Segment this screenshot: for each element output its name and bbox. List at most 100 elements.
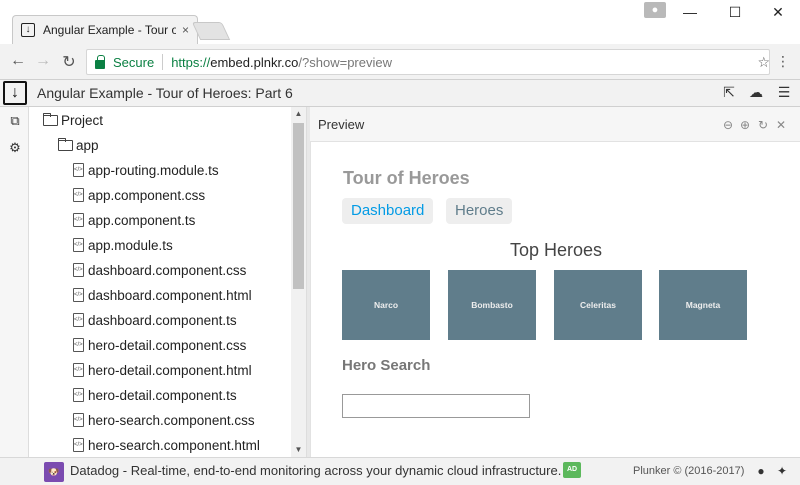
code-file-icon — [73, 263, 84, 277]
url-path: /?show=preview — [298, 54, 392, 70]
code-file-icon — [73, 413, 84, 427]
tree-file[interactable]: hero-detail.component.ts — [73, 384, 237, 406]
code-file-icon — [73, 313, 84, 327]
tree-file-label: dashboard.component.css — [88, 262, 247, 278]
hero-search-label: Hero Search — [342, 357, 431, 374]
folder-open-icon — [58, 137, 73, 151]
twitter-icon[interactable]: ✦ — [775, 464, 789, 478]
tree-file-label: dashboard.component.ts — [88, 312, 237, 328]
file-tree: Project app app-routing.module.ts app.com… — [29, 107, 291, 457]
tree-file-label: hero-search.component.html — [88, 437, 260, 453]
code-file-icon — [73, 213, 84, 227]
back-arrow-icon[interactable]: ← — [8, 52, 28, 70]
preview-body: Tour of Heroes Dashboard Heroes Top Hero… — [310, 142, 800, 457]
code-file-icon — [73, 388, 84, 402]
open-external-icon[interactable]: ⇱ — [720, 84, 738, 101]
ad-badge: AD — [563, 462, 581, 478]
omnibox-separator — [162, 54, 164, 70]
hero-tile[interactable]: Magneta — [659, 270, 747, 340]
copyright-text: Plunker © (2016-2017) — [633, 465, 745, 477]
code-file-icon — [73, 188, 84, 202]
tree-file-label: app-routing.module.ts — [88, 162, 219, 178]
nav-dashboard-link[interactable]: Dashboard — [342, 198, 434, 224]
file-tree-scrollbar[interactable]: ▲ ▼ — [291, 107, 306, 457]
tree-file-label: app.module.ts — [88, 237, 173, 253]
files-icon[interactable]: ⧉ — [6, 113, 24, 129]
profile-icon[interactable]: ● — [644, 2, 666, 18]
code-file-icon — [73, 438, 84, 452]
settings-gear-icon[interactable]: ⚙ — [6, 140, 24, 156]
hero-search-input[interactable] — [342, 394, 530, 418]
preview-label: Preview — [318, 117, 365, 132]
cloud-download-icon[interactable]: ☁ — [747, 84, 765, 101]
nav-heroes-link[interactable]: Heroes — [446, 198, 513, 224]
tree-file[interactable]: dashboard.component.css — [73, 259, 246, 281]
tree-file[interactable]: dashboard.component.ts — [73, 309, 237, 331]
refresh-preview-icon[interactable]: ↻ — [756, 118, 770, 132]
tree-file-label: hero-search.component.css — [88, 412, 255, 428]
scroll-up-arrow-icon[interactable]: ▲ — [291, 109, 306, 118]
tree-file[interactable]: dashboard.component.html — [73, 284, 252, 306]
code-file-icon — [73, 238, 84, 252]
tree-folder-label: Project — [61, 112, 104, 128]
close-window-button[interactable]: ✕ — [768, 4, 788, 21]
left-toolbar: ⧉ ⚙ — [0, 107, 29, 457]
bookmark-star-icon[interactable]: ☆ — [757, 54, 770, 71]
ad-text-link[interactable]: Datadog - Real-time, end-to-end monitori… — [70, 463, 561, 478]
github-icon[interactable]: ● — [754, 464, 768, 478]
url-omnibox[interactable]: Secure https:// embed.plnkr.co /?show=pr… — [86, 49, 770, 75]
tree-file[interactable]: hero-detail.component.css — [73, 334, 246, 356]
tab-title: Angular Example - Tour o — [43, 23, 176, 37]
plunk-title: Angular Example - Tour of Heroes: Part 6 — [37, 85, 293, 101]
code-file-icon — [73, 338, 84, 352]
tree-folder-label: app — [76, 137, 99, 153]
url-scheme: https:// — [171, 54, 211, 70]
tree-file[interactable]: app.module.ts — [73, 234, 173, 256]
tree-file-label: dashboard.component.html — [88, 287, 252, 303]
minimize-button[interactable]: — — [680, 4, 700, 20]
browser-tab-active[interactable]: ↓ Angular Example - Tour o × — [12, 15, 198, 44]
maximize-button[interactable]: ☐ — [725, 4, 745, 21]
plunker-download-icon: ↓ — [21, 23, 35, 37]
lock-icon — [95, 54, 105, 69]
hero-tile[interactable]: Celeritas — [554, 270, 642, 340]
footer: 🐶 Datadog - Real-time, end-to-end monito… — [0, 457, 800, 485]
tree-file-label: hero-detail.component.html — [88, 362, 252, 378]
tree-file-label: hero-detail.component.css — [88, 337, 247, 353]
tree-file[interactable]: hero-search.component.css — [73, 409, 255, 431]
code-file-icon — [73, 163, 84, 177]
tree-file-label: app.component.ts — [88, 212, 196, 228]
code-file-icon — [73, 363, 84, 377]
preview-header: Preview ⊖ ⊕ ↻ ✕ — [310, 107, 800, 142]
scrollbar-thumb[interactable] — [293, 123, 304, 289]
zoom-out-icon[interactable]: ⊖ — [721, 118, 735, 132]
reload-icon[interactable]: ↻ — [59, 52, 79, 72]
browser-titlebar: ↓ Angular Example - Tour o × ● — ☐ ✕ — [0, 0, 800, 44]
tree-file-label: hero-detail.component.ts — [88, 387, 237, 403]
plunker-header: ↓ Angular Example - Tour of Heroes: Part… — [0, 80, 800, 107]
tree-folder-app[interactable]: app — [58, 134, 99, 156]
tree-file[interactable]: hero-detail.component.html — [73, 359, 252, 381]
browser-menu-icon[interactable]: ⋮ — [776, 53, 790, 70]
plunker-logo-icon[interactable]: ↓ — [3, 81, 27, 105]
hero-tile[interactable]: Narco — [342, 270, 430, 340]
top-heroes-heading: Top Heroes — [509, 240, 603, 260]
scroll-down-arrow-icon[interactable]: ▼ — [291, 445, 306, 454]
tree-file[interactable]: hero-search.component.html — [73, 434, 260, 456]
zoom-in-icon[interactable]: ⊕ — [738, 118, 752, 132]
close-preview-icon[interactable]: ✕ — [774, 118, 788, 132]
tree-file[interactable]: app.component.ts — [73, 209, 195, 231]
app-title: Tour of Heroes — [343, 168, 470, 188]
hamburger-menu-icon[interactable]: ☰ — [775, 84, 793, 101]
url-host: embed.plnkr.co — [210, 54, 299, 70]
datadog-logo-icon[interactable]: 🐶 — [44, 462, 64, 482]
code-file-icon — [73, 288, 84, 302]
forward-arrow-icon[interactable]: → — [33, 52, 53, 70]
hero-tile[interactable]: Bombasto — [448, 270, 536, 340]
address-bar: ← → ↻ Secure https:// embed.plnkr.co /?s… — [0, 44, 800, 80]
tree-file[interactable]: app-routing.module.ts — [73, 159, 219, 181]
tree-file[interactable]: app.component.css — [73, 184, 205, 206]
tab-close-icon[interactable]: × — [182, 23, 189, 37]
folder-open-icon — [43, 112, 58, 126]
tree-folder-project[interactable]: Project — [43, 109, 103, 131]
